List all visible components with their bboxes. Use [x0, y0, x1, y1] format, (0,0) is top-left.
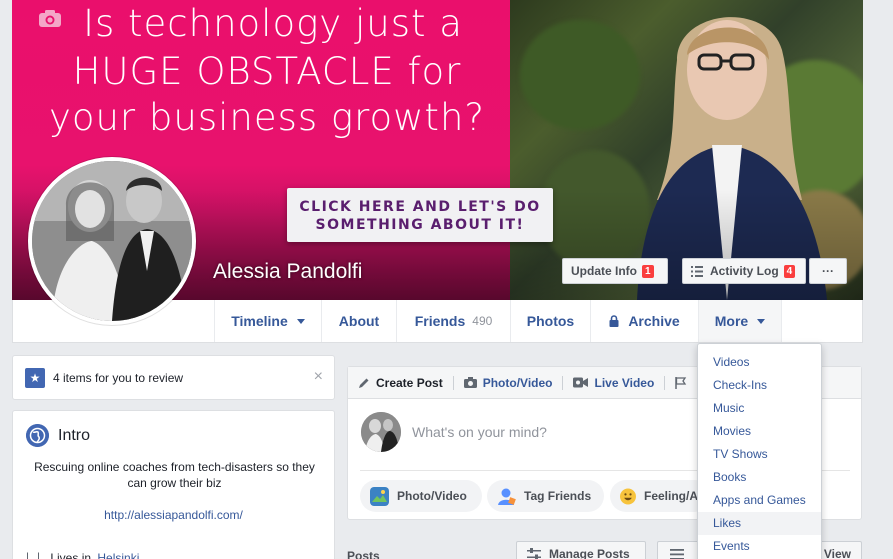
star-icon: ★	[25, 367, 45, 388]
chevron-down-icon	[757, 318, 766, 324]
feeling-activity-button[interactable]: Feeling/A	[610, 480, 710, 512]
more-options-button[interactable]: ···	[809, 258, 847, 284]
cta-line2: SOMETHING ABOUT IT!	[315, 217, 525, 233]
tag-friends-icon	[498, 488, 516, 505]
cover-headline-line3: your business growth?	[48, 96, 486, 139]
ellipsis-icon: ···	[822, 264, 834, 278]
posts-heading: Posts	[347, 549, 380, 559]
menu-item-check-ins[interactable]: Check-Ins	[698, 374, 821, 397]
tag-friends-label: Tag Friends	[524, 489, 592, 503]
tab-photo-video-label: Photo/Video	[482, 375, 553, 390]
lives-in-prefix: Lives in	[50, 551, 92, 559]
menu-item-tv-shows[interactable]: TV Shows	[698, 443, 821, 466]
tab-photo-video[interactable]: Photo/Video	[463, 375, 553, 390]
menu-item-videos[interactable]: Videos	[698, 351, 821, 374]
divider	[562, 375, 564, 390]
menu-item-books[interactable]: Books	[698, 466, 821, 489]
tab-about-label: About	[338, 313, 380, 329]
composer-input[interactable]: What's on your mind?	[412, 424, 547, 440]
feeling-label: Feeling/A	[643, 489, 698, 503]
manage-posts-button[interactable]: Manage Posts	[516, 541, 646, 559]
tab-live-video[interactable]: Live Video	[573, 376, 654, 390]
menu-item-music[interactable]: Music	[698, 397, 821, 420]
composer-avatar-image	[361, 412, 401, 452]
tab-photos-label: Photos	[526, 313, 575, 329]
review-items-box[interactable]: ★ 4 items for you to review ×	[12, 355, 335, 400]
divider	[452, 375, 454, 390]
update-info-label: Update Info	[571, 264, 637, 278]
tab-more-label: More	[714, 313, 749, 329]
camera-icon	[463, 377, 477, 388]
cover-headline-line2: HUGE OBSTACLE for	[72, 50, 462, 93]
more-dropdown-menu: Videos Check-Ins Music Movies TV Shows B…	[697, 343, 822, 559]
intro-bio: Rescuing online coaches from tech-disast…	[34, 460, 315, 490]
tab-friends-label: Friends	[414, 313, 466, 329]
pencil-icon	[359, 378, 369, 388]
tab-create-post[interactable]: Create Post	[358, 376, 443, 390]
view-label: View	[823, 547, 851, 559]
profile-avatar[interactable]	[28, 157, 196, 325]
tab-timeline-label: Timeline	[231, 313, 288, 329]
chevron-down-icon	[296, 318, 305, 324]
home-icon	[27, 552, 39, 559]
divider	[664, 375, 666, 390]
review-items-text: 4 items for you to review	[53, 370, 184, 385]
video-camera-icon	[573, 377, 589, 388]
avatar-photo	[32, 161, 192, 321]
photo-video-button[interactable]: Photo/Video	[360, 480, 482, 512]
activity-log-button[interactable]: Activity Log 4	[682, 258, 806, 284]
photo-icon	[370, 486, 389, 506]
cta-line1: CLICK HERE AND LET'S DO	[299, 199, 541, 215]
lock-icon	[609, 315, 619, 327]
tab-more[interactable]: More	[698, 300, 782, 342]
activity-log-label: Activity Log	[710, 264, 779, 278]
update-info-badge: 1	[642, 264, 654, 278]
tab-timeline[interactable]: Timeline	[214, 300, 321, 342]
tab-about[interactable]: About	[321, 300, 396, 342]
cover-cta-banner[interactable]: CLICK HERE AND LET'S DO SOMETHING ABOUT …	[287, 188, 553, 242]
menu-item-events[interactable]: Events	[698, 535, 821, 558]
composer-avatar	[361, 412, 401, 452]
menu-item-apps-and-games[interactable]: Apps and Games	[698, 489, 821, 512]
tab-archive-label: Archive	[628, 313, 680, 329]
tag-friends-button[interactable]: Tag Friends	[487, 480, 604, 512]
menu-item-likes[interactable]: Likes	[698, 512, 821, 535]
smiley-icon	[620, 488, 636, 504]
tab-create-post-label: Create Post	[376, 375, 443, 390]
cover-headline-line1: Is technology just a	[83, 2, 463, 45]
intro-card: Intro Rescuing online coaches from tech-…	[12, 410, 335, 559]
intro-website-link[interactable]: http://alessiapandolfi.com/	[13, 508, 334, 522]
avatar-image	[32, 161, 192, 321]
globe-icon	[26, 424, 49, 447]
activity-log-badge: 4	[783, 264, 796, 278]
tab-friends[interactable]: Friends 490	[396, 300, 510, 342]
menu-item-movies[interactable]: Movies	[698, 420, 821, 443]
list-icon	[691, 265, 703, 277]
tab-live-video-label: Live Video	[594, 375, 655, 390]
profile-name[interactable]: Alessia Pandolfi	[213, 260, 362, 284]
intro-title: Intro	[58, 427, 91, 444]
list-icon	[670, 549, 684, 559]
tab-archive[interactable]: Archive	[590, 300, 698, 342]
friends-count: 490	[472, 314, 493, 328]
lives-in-city[interactable]: Helsinki	[97, 551, 139, 559]
close-icon[interactable]: ×	[314, 368, 323, 386]
update-info-button[interactable]: Update Info 1	[562, 258, 668, 284]
manage-posts-label: Manage Posts	[549, 547, 630, 559]
photo-video-label: Photo/Video	[397, 489, 467, 503]
flag-icon[interactable]	[675, 376, 687, 389]
tab-photos[interactable]: Photos	[510, 300, 590, 342]
settings-sliders-icon	[527, 548, 541, 559]
lives-in-row: Lives in Helsinki	[27, 551, 139, 559]
